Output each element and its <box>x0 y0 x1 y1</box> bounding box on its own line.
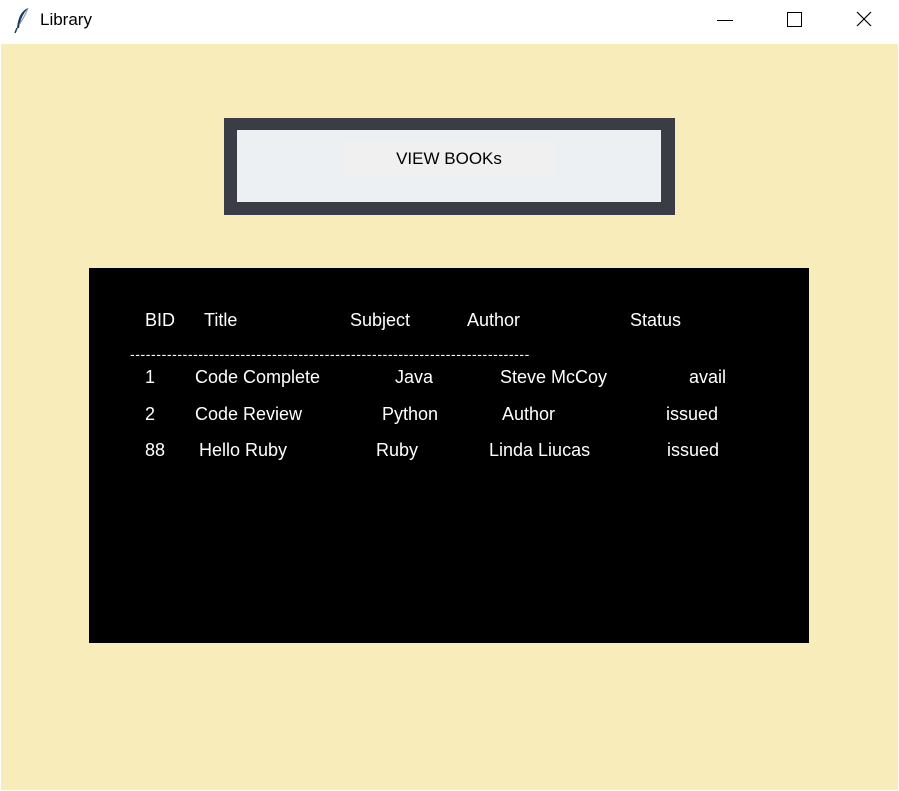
row-bid: 2 <box>145 404 156 424</box>
row-subject: Python <box>382 404 439 424</box>
main-area: VIEW BOOKs BID Title Subject Author Stat… <box>1 44 898 790</box>
header-title: Title <box>204 310 238 330</box>
header-divider: ----------------------------------------… <box>130 346 530 362</box>
window-title: Library <box>40 10 92 29</box>
header-subject: Subject <box>350 310 411 330</box>
row-status: issued <box>667 440 720 460</box>
books-table: BID Title Subject Author Status --------… <box>89 268 809 643</box>
feather-icon <box>12 6 34 34</box>
header-status: Status <box>630 310 682 330</box>
row-author: Steve McCoy <box>500 367 608 387</box>
row-subject: Ruby <box>376 440 419 460</box>
minimize-button[interactable] <box>691 0 759 42</box>
app-window: Library VIEW BOOKs BID Title Subject Aut… <box>0 0 899 791</box>
row-status: avail <box>689 367 727 387</box>
header-author: Author <box>467 310 521 330</box>
row-bid: 1 <box>145 367 156 387</box>
row-author: Linda Liucas <box>489 440 591 460</box>
row-title: Code Review <box>195 404 303 424</box>
maximize-button[interactable] <box>760 0 828 42</box>
header-bid: BID <box>145 310 176 330</box>
row-subject: Java <box>395 367 434 387</box>
row-title: Hello Ruby <box>199 440 288 460</box>
title-bar[interactable]: Library <box>0 0 899 42</box>
row-bid: 88 <box>145 440 166 460</box>
row-status: issued <box>666 404 719 424</box>
row-title: Code Complete <box>195 367 321 387</box>
page-heading: VIEW BOOKs <box>343 141 555 177</box>
row-author: Author <box>502 404 556 424</box>
close-button[interactable] <box>830 0 898 42</box>
heading-panel: VIEW BOOKs <box>237 130 661 202</box>
heading-frame: VIEW BOOKs <box>224 118 675 215</box>
